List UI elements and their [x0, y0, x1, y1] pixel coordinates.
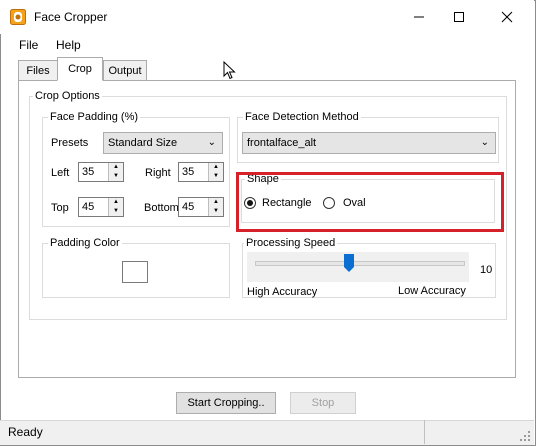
tab-files[interactable]: Files — [18, 60, 58, 80]
padding-color-swatch[interactable] — [122, 261, 148, 283]
tab-crop[interactable]: Crop — [57, 57, 103, 81]
spin-up-icon[interactable]: ▲ — [109, 198, 123, 207]
face-detection-value: frontalface_alt — [247, 137, 317, 149]
speed-value: 10 — [480, 264, 493, 276]
top-spinner[interactable]: 45 ▲ ▼ — [78, 197, 124, 217]
maximize-icon — [454, 12, 464, 22]
left-value: 35 — [82, 166, 95, 178]
spin-down-icon[interactable]: ▼ — [209, 172, 223, 181]
crop-options-title: Crop Options — [33, 90, 102, 102]
maximize-button[interactable] — [436, 0, 482, 34]
status-text: Ready — [8, 425, 43, 439]
presets-label: Presets — [51, 137, 89, 149]
spin-down-icon[interactable]: ▼ — [209, 207, 223, 216]
spin-up-icon[interactable]: ▲ — [109, 163, 123, 172]
spinner-buttons[interactable]: ▲ ▼ — [108, 163, 123, 181]
spin-up-icon[interactable]: ▲ — [209, 198, 223, 207]
close-button[interactable] — [484, 0, 530, 34]
padding-color-title: Padding Color — [48, 237, 122, 249]
stop-button[interactable]: Stop — [290, 392, 356, 414]
low-accuracy-label: Low Accuracy — [398, 285, 466, 297]
presets-value: Standard Size — [108, 137, 178, 149]
app-icon — [10, 9, 26, 25]
spin-up-icon[interactable]: ▲ — [209, 163, 223, 172]
spinner-buttons[interactable]: ▲ ▼ — [108, 198, 123, 216]
start-cropping-button[interactable]: Start Cropping.. — [176, 392, 276, 414]
bottom-spinner[interactable]: 45 ▲ ▼ — [178, 197, 224, 217]
right-label: Right — [145, 167, 171, 179]
speed-slider-thumb[interactable] — [343, 254, 354, 272]
speed-slider-track[interactable] — [255, 261, 465, 266]
top-label: Top — [51, 202, 69, 214]
high-accuracy-label: High Accuracy — [247, 286, 318, 298]
tab-output[interactable]: Output — [103, 60, 147, 80]
face-padding-title: Face Padding (%) — [48, 111, 141, 123]
spinner-buttons[interactable]: ▲ ▼ — [208, 163, 223, 181]
window-title: Face Cropper — [34, 10, 108, 24]
left-label: Left — [51, 167, 70, 179]
status-bar — [0, 420, 534, 445]
chevron-down-icon: ⌄ — [480, 137, 489, 148]
spinner-buttons[interactable]: ▲ ▼ — [208, 198, 223, 216]
top-value: 45 — [82, 201, 95, 213]
minimize-icon — [414, 16, 424, 18]
right-value: 35 — [182, 166, 195, 178]
bottom-label: Bottom — [144, 202, 179, 214]
bottom-value: 45 — [182, 201, 195, 213]
status-divider — [424, 420, 427, 444]
face-detection-dropdown[interactable]: frontalface_alt ⌄ — [242, 132, 496, 154]
chevron-down-icon: ⌄ — [207, 137, 216, 148]
processing-speed-title: Processing Speed — [244, 237, 338, 249]
resize-grip-icon[interactable] — [519, 430, 531, 445]
spin-down-icon[interactable]: ▼ — [109, 207, 123, 216]
close-icon — [501, 11, 513, 23]
highlight-box — [236, 172, 504, 232]
menu-file[interactable]: File — [19, 38, 38, 52]
right-spinner[interactable]: 35 ▲ ▼ — [178, 162, 224, 182]
left-spinner[interactable]: 35 ▲ ▼ — [78, 162, 124, 182]
presets-dropdown[interactable]: Standard Size ⌄ — [103, 132, 223, 154]
menu-help[interactable]: Help — [56, 38, 81, 52]
spin-down-icon[interactable]: ▼ — [109, 172, 123, 181]
speed-slider-area — [247, 252, 469, 282]
face-detection-title: Face Detection Method — [243, 111, 361, 123]
